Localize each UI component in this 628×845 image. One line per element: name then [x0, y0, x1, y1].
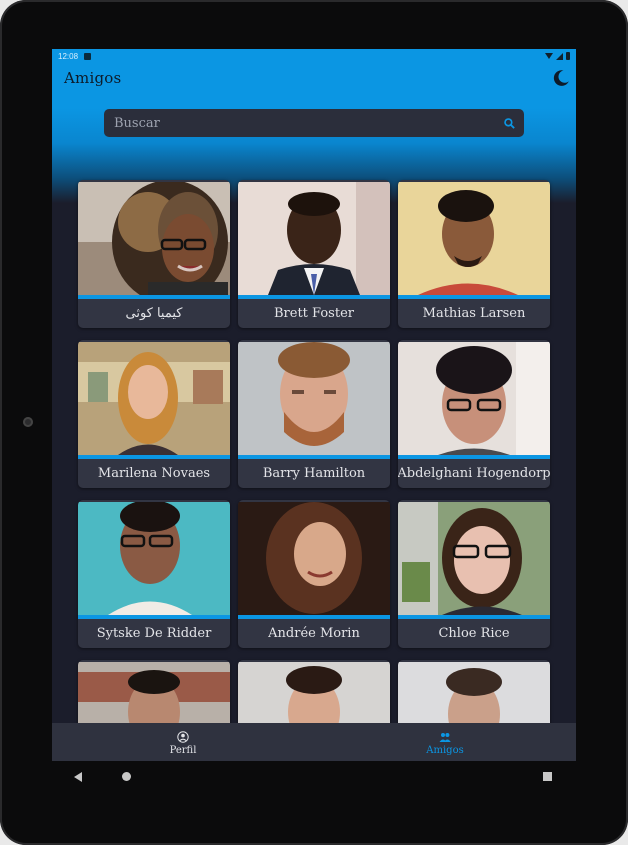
friend-card[interactable]: کیمیا کوثی: [78, 180, 230, 328]
profile-icon: [177, 730, 189, 743]
friend-card[interactable]: Marilena Novaes: [78, 340, 230, 488]
wifi-icon: [545, 53, 553, 59]
friend-name: Sytske De Ridder: [96, 626, 212, 641]
nav-item-label: Amigos: [426, 744, 464, 756]
friend-photo: [398, 502, 550, 615]
friend-name: Marilena Novaes: [97, 466, 211, 481]
friend-name: Abdelghani Hogendorp: [398, 466, 550, 481]
friend-name: Chloe Rice: [438, 626, 510, 641]
friend-card[interactable]: Abdelghani Hogendorp: [398, 340, 550, 488]
bottom-navigation: Perfil Amigos: [52, 723, 576, 761]
recents-icon[interactable]: [543, 772, 552, 781]
app-screen: 12:08 Amigos Buscar کیمیا کوثی Brett Fos…: [52, 49, 576, 794]
camera-icon: [23, 417, 33, 427]
friend-photo: [78, 182, 230, 295]
system-navigation-bar: [52, 761, 576, 794]
sd-card-icon: [84, 52, 92, 60]
battery-icon: [566, 52, 570, 60]
friend-photo: [238, 342, 390, 455]
friend-photo: [78, 342, 230, 455]
friend-photo: [238, 502, 390, 615]
friend-photo: [398, 342, 550, 455]
status-bar: 12:08: [52, 49, 576, 63]
home-icon[interactable]: [122, 772, 131, 781]
friend-name: Brett Foster: [274, 306, 354, 321]
search-input[interactable]: [112, 114, 503, 132]
friend-card[interactable]: Barry Hamilton: [238, 340, 390, 488]
nav-item-amigos[interactable]: Amigos: [385, 727, 505, 759]
people-icon: [439, 732, 451, 742]
friend-photo: [78, 502, 230, 615]
theme-toggle-button[interactable]: [551, 68, 571, 88]
nav-item-perfil[interactable]: Perfil: [123, 727, 243, 759]
friend-name: Mathias Larsen: [422, 306, 526, 321]
search-bar[interactable]: [104, 109, 524, 137]
back-icon[interactable]: [74, 772, 82, 782]
tablet-device-frame: 12:08 Amigos Buscar کیمیا کوثی Brett Fos…: [0, 0, 628, 845]
search-icon[interactable]: [503, 117, 516, 130]
friend-name: Barry Hamilton: [262, 466, 366, 481]
friend-card[interactable]: Chloe Rice: [398, 500, 550, 648]
page-title: Amigos: [64, 69, 122, 87]
friend-card[interactable]: Brett Foster: [238, 180, 390, 328]
friend-card[interactable]: Mathias Larsen: [398, 180, 550, 328]
friend-photo: [238, 182, 390, 295]
nav-item-label: Perfil: [169, 744, 197, 756]
signal-icon: [556, 52, 563, 60]
friend-photo: [398, 182, 550, 295]
friend-card[interactable]: Sytske De Ridder: [78, 500, 230, 648]
friend-name: کیمیا کوثی: [125, 306, 183, 321]
status-time: 12:08: [58, 51, 79, 61]
moon-icon: [553, 70, 569, 86]
friend-name: Andrée Morin: [268, 626, 360, 641]
friend-card[interactable]: Andrée Morin: [238, 500, 390, 648]
